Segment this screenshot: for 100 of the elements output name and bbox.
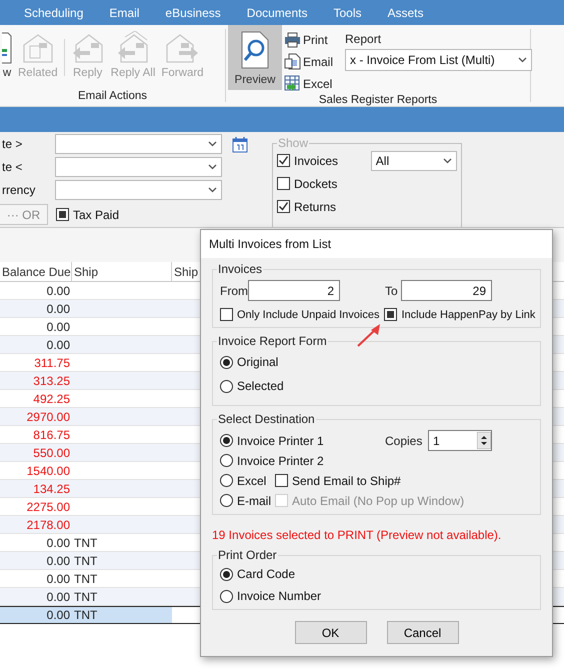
ribbon-button[interactable]: Excel	[284, 73, 334, 94]
table-cell-text: 0.00	[46, 588, 71, 605]
checkbox[interactable]	[56, 208, 69, 221]
radio-label: Invoice Printer 2	[237, 454, 324, 468]
checkbox-label: Tax Paid	[73, 208, 120, 222]
table-cell-text: 0.00	[46, 282, 71, 299]
radio-label: Original	[237, 355, 278, 369]
table-cell-text: 2970.00	[26, 408, 71, 425]
table-cell: 0.00	[0, 607, 72, 623]
chevron-down-icon	[443, 158, 452, 164]
dropdown-field[interactable]	[55, 134, 222, 154]
menu-item[interactable]: Email	[109, 6, 140, 20]
group-label: Sales Register Reports	[318, 94, 438, 108]
menu-item[interactable]: Tools	[333, 6, 362, 20]
menu-item[interactable]: Assets	[388, 6, 424, 20]
field-label: From	[220, 284, 248, 298]
dropdown-field[interactable]	[55, 180, 222, 200]
group-title: Show	[277, 136, 310, 150]
table-cell-text: TNT	[73, 534, 98, 551]
field-label: te <	[1, 160, 24, 174]
table-cell-text: 311.75	[33, 354, 71, 371]
checkbox[interactable]	[275, 474, 288, 487]
radio-button[interactable]	[220, 356, 233, 368]
chevron-down-icon	[208, 187, 217, 193]
radio-button[interactable]	[220, 590, 233, 602]
table-cell-text: 816.75	[32, 426, 71, 443]
group-title: Invoices	[217, 262, 264, 276]
spinner-arrows-icon[interactable]	[477, 432, 491, 449]
document-icon	[284, 53, 301, 70]
checkbox[interactable]	[277, 200, 290, 213]
radio-label: Invoice Printer 1	[237, 434, 324, 448]
table-cell-text: 0.00	[46, 552, 71, 569]
radio-button[interactable]	[220, 380, 233, 392]
table-cell-text: 2275.00	[26, 498, 71, 515]
input-field[interactable]: 2	[248, 280, 340, 301]
table-cell-text: 492.25	[32, 390, 71, 407]
ribbon-button[interactable]: Email	[284, 51, 334, 72]
preview-button[interactable]: Preview	[228, 25, 282, 90]
table-cell: TNT	[72, 607, 172, 623]
printer-icon	[284, 32, 301, 48]
chevron-down-icon	[208, 141, 217, 147]
reply-icon	[116, 31, 150, 65]
table-cell-text: 0.00	[46, 570, 71, 587]
radio-button[interactable]	[220, 568, 233, 580]
spreadsheet-icon	[284, 75, 301, 92]
checkbox-label: Invoices	[294, 154, 338, 168]
ribbon-button[interactable]: Print	[284, 29, 334, 50]
status-message: 19 Invoices selected to PRINT (Preview not available).	[212, 528, 502, 542]
field-label: Copies	[385, 434, 424, 448]
radio-button[interactable]	[220, 434, 233, 447]
magnifier-document-icon	[240, 31, 270, 69]
table-cell-text: 2178.00	[26, 516, 71, 533]
radio-button[interactable]	[220, 454, 233, 467]
checkbox[interactable]	[384, 308, 398, 321]
checkbox[interactable]	[220, 308, 233, 321]
menu-item[interactable]: Scheduling	[24, 6, 84, 20]
field-label: rrency	[1, 183, 36, 197]
radio-label: Excel	[237, 474, 266, 488]
column-header[interactable]: Balance Due	[0, 262, 72, 281]
checkbox-label: Dockets	[294, 176, 338, 190]
checkbox-label: Send Email to Ship#	[292, 474, 401, 488]
table-cell-text: 313.25	[32, 372, 71, 389]
radio-label: Selected	[237, 379, 284, 393]
group-title: Invoice Report Form	[217, 334, 328, 348]
dropdown-field[interactable]	[55, 157, 222, 177]
table-cell-text: 0.00	[46, 318, 71, 335]
report-select[interactable]: x - Invoice From List (Multi)	[345, 49, 532, 71]
dialog-title: Multi Invoices from List	[209, 237, 332, 251]
table-cell-text: TNT	[73, 588, 98, 605]
radio-button[interactable]	[220, 494, 233, 507]
chevron-down-icon	[518, 57, 528, 63]
dropdown-field[interactable]: All	[370, 150, 457, 170]
annotation-arrow-icon	[356, 322, 382, 348]
checkbox-label: Returns	[294, 200, 336, 214]
checkbox[interactable]	[277, 177, 290, 190]
menu-item[interactable]: Documents	[246, 6, 308, 20]
radio-button[interactable]	[220, 474, 233, 487]
dialog-button[interactable]: Cancel	[386, 621, 458, 644]
group-title: Select Destination	[217, 412, 316, 426]
report-label: Report	[345, 32, 382, 46]
column-header[interactable]: Ship	[72, 262, 172, 281]
radio-label: Card Code	[237, 567, 296, 581]
table-cell-text: 1540.00	[26, 462, 71, 479]
field-label: te >	[1, 137, 24, 151]
input-field[interactable]: 29	[401, 280, 492, 301]
table-cell-text: 0.00	[46, 336, 71, 353]
checkbox[interactable]	[277, 154, 290, 167]
table-cell-text: TNT	[73, 552, 98, 569]
table-cell-text: 550.00	[32, 444, 71, 461]
copies-spinner[interactable]: 1	[428, 430, 492, 451]
checkbox-label: Auto Email (No Pop up Window)	[292, 494, 464, 508]
table-cell-text: 0.00	[46, 300, 71, 317]
ribbon-button[interactable]: w	[2, 25, 15, 90]
group-label: Email Actions	[78, 90, 148, 104]
calendar-icon[interactable]	[232, 136, 248, 152]
menu-item[interactable]: eBusiness	[165, 6, 221, 20]
dialog-button[interactable]: OK	[294, 621, 366, 644]
chevron-down-icon	[208, 164, 217, 170]
checkbox-label: Include HappenPay by Link	[401, 308, 536, 320]
group-title: Print Order	[217, 548, 278, 562]
